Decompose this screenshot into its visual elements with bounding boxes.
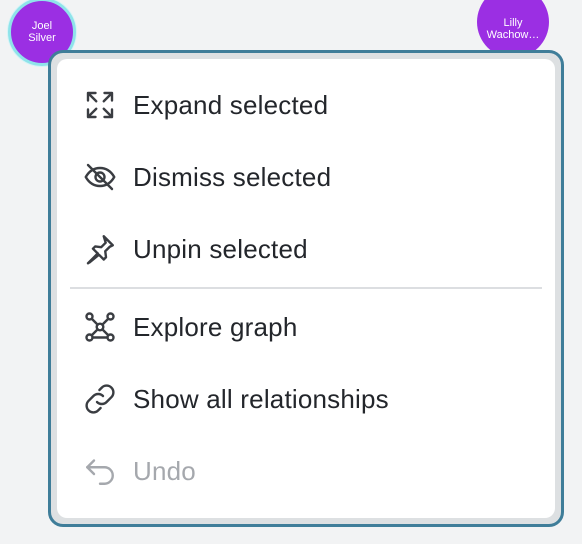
menu-item-label: Undo xyxy=(133,455,196,486)
context-menu: Expand selected Dismiss selected Unpin s… xyxy=(48,50,564,527)
menu-item-explore-graph[interactable]: Explore graph xyxy=(57,291,555,363)
menu-item-label: Show all relationships xyxy=(133,383,389,414)
undo-icon xyxy=(81,452,119,490)
menu-item-dismiss-selected[interactable]: Dismiss selected xyxy=(57,141,555,213)
expand-icon xyxy=(81,86,119,124)
menu-item-show-all-relationships[interactable]: Show all relationships xyxy=(57,363,555,435)
pin-icon xyxy=(81,230,119,268)
menu-item-label: Explore graph xyxy=(133,311,298,342)
menu-item-unpin-selected[interactable]: Unpin selected xyxy=(57,213,555,285)
link-icon xyxy=(81,380,119,418)
eye-off-icon xyxy=(81,158,119,196)
graph-node-label: Lilly Wachow… xyxy=(486,17,540,41)
menu-item-label: Dismiss selected xyxy=(133,161,332,192)
menu-item-label: Expand selected xyxy=(133,89,329,120)
graph-icon xyxy=(81,308,119,346)
menu-item-expand-selected[interactable]: Expand selected xyxy=(57,69,555,141)
context-menu-panel: Expand selected Dismiss selected Unpin s… xyxy=(57,59,555,518)
menu-divider xyxy=(70,287,542,289)
menu-item-undo[interactable]: Undo xyxy=(57,435,555,507)
menu-item-label: Unpin selected xyxy=(133,233,308,264)
graph-node-label: Joel Silver xyxy=(28,20,56,44)
